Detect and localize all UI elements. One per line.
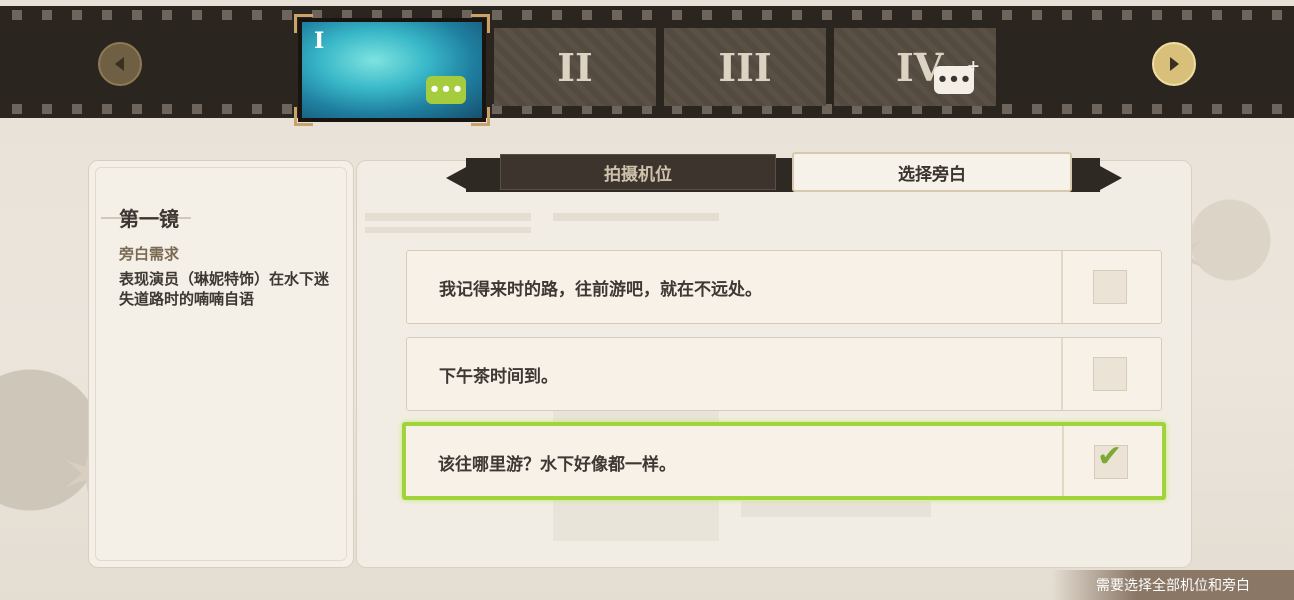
option-text: 下午茶时间到。 [439, 367, 558, 387]
option-divider [1061, 338, 1063, 410]
frame-corner [471, 14, 490, 33]
option-checkbox[interactable] [1093, 357, 1127, 391]
frame-label: I [314, 28, 325, 54]
frame-2[interactable]: II [494, 28, 656, 106]
frame-corner [294, 107, 313, 126]
background-sketch [365, 227, 531, 233]
option-divider [1061, 251, 1063, 323]
option-text: 我记得来时的路，往前游吧，就在不远处。 [439, 280, 762, 300]
tab-select-narration[interactable]: 选择旁白 [792, 152, 1072, 192]
requirement-text: 表现演员（琳妮特饰）在水下迷失道路时的喃喃自语 [119, 270, 330, 308]
plus-icon: + [966, 56, 980, 75]
checkmark-icon: ✔ [1097, 439, 1123, 474]
frame-3[interactable]: III [664, 28, 826, 106]
previous-button[interactable] [98, 42, 142, 86]
frame-corner [471, 107, 490, 126]
background-sketch [553, 213, 719, 221]
narration-option[interactable]: 下午茶时间到。 [406, 337, 1162, 411]
speech-bubble-icon: ••• [426, 76, 466, 104]
frame-4[interactable]: IV ••• + [834, 28, 996, 106]
tab-bar-wing [1100, 166, 1122, 190]
option-divider [1062, 426, 1064, 496]
chevron-left-icon [115, 57, 124, 71]
chevron-right-icon [1170, 57, 1179, 71]
shot-info-panel: 第一镜 旁白需求 表现演员（琳妮特饰）在水下迷失道路时的喃喃自语 [88, 160, 354, 568]
frame-label: II [557, 44, 593, 90]
film-strip: I ••• II III IV ••• + [0, 6, 1294, 126]
background-sketch [741, 501, 931, 517]
narration-option[interactable]: 我记得来时的路，往前游吧，就在不远处。 [406, 250, 1162, 324]
tab-bar-wing [446, 166, 468, 190]
next-button[interactable] [1152, 42, 1196, 86]
background-sketch [365, 213, 531, 221]
tab-camera-position[interactable]: 拍摄机位 [500, 154, 776, 190]
option-text: 该往哪里游？水下好像都一样。 [438, 455, 676, 475]
frame-1[interactable]: I ••• [294, 14, 490, 126]
tab-bar: 拍摄机位 选择旁白 [446, 152, 1122, 196]
narration-option-selected[interactable]: 该往哪里游？水下好像都一样。 ✔ [402, 422, 1166, 500]
option-checkbox[interactable]: ✔ [1094, 439, 1128, 479]
requirement-label: 旁白需求 [119, 245, 180, 263]
frame-corner [294, 14, 313, 33]
add-speech-bubble-icon: ••• + [934, 58, 980, 94]
film-holes [0, 10, 1294, 20]
hint-banner: 需要选择全部机位和旁白 [1052, 570, 1294, 600]
option-checkbox[interactable] [1093, 270, 1127, 304]
frame-label: III [718, 44, 772, 90]
shot-title: 第一镜 [119, 207, 179, 231]
